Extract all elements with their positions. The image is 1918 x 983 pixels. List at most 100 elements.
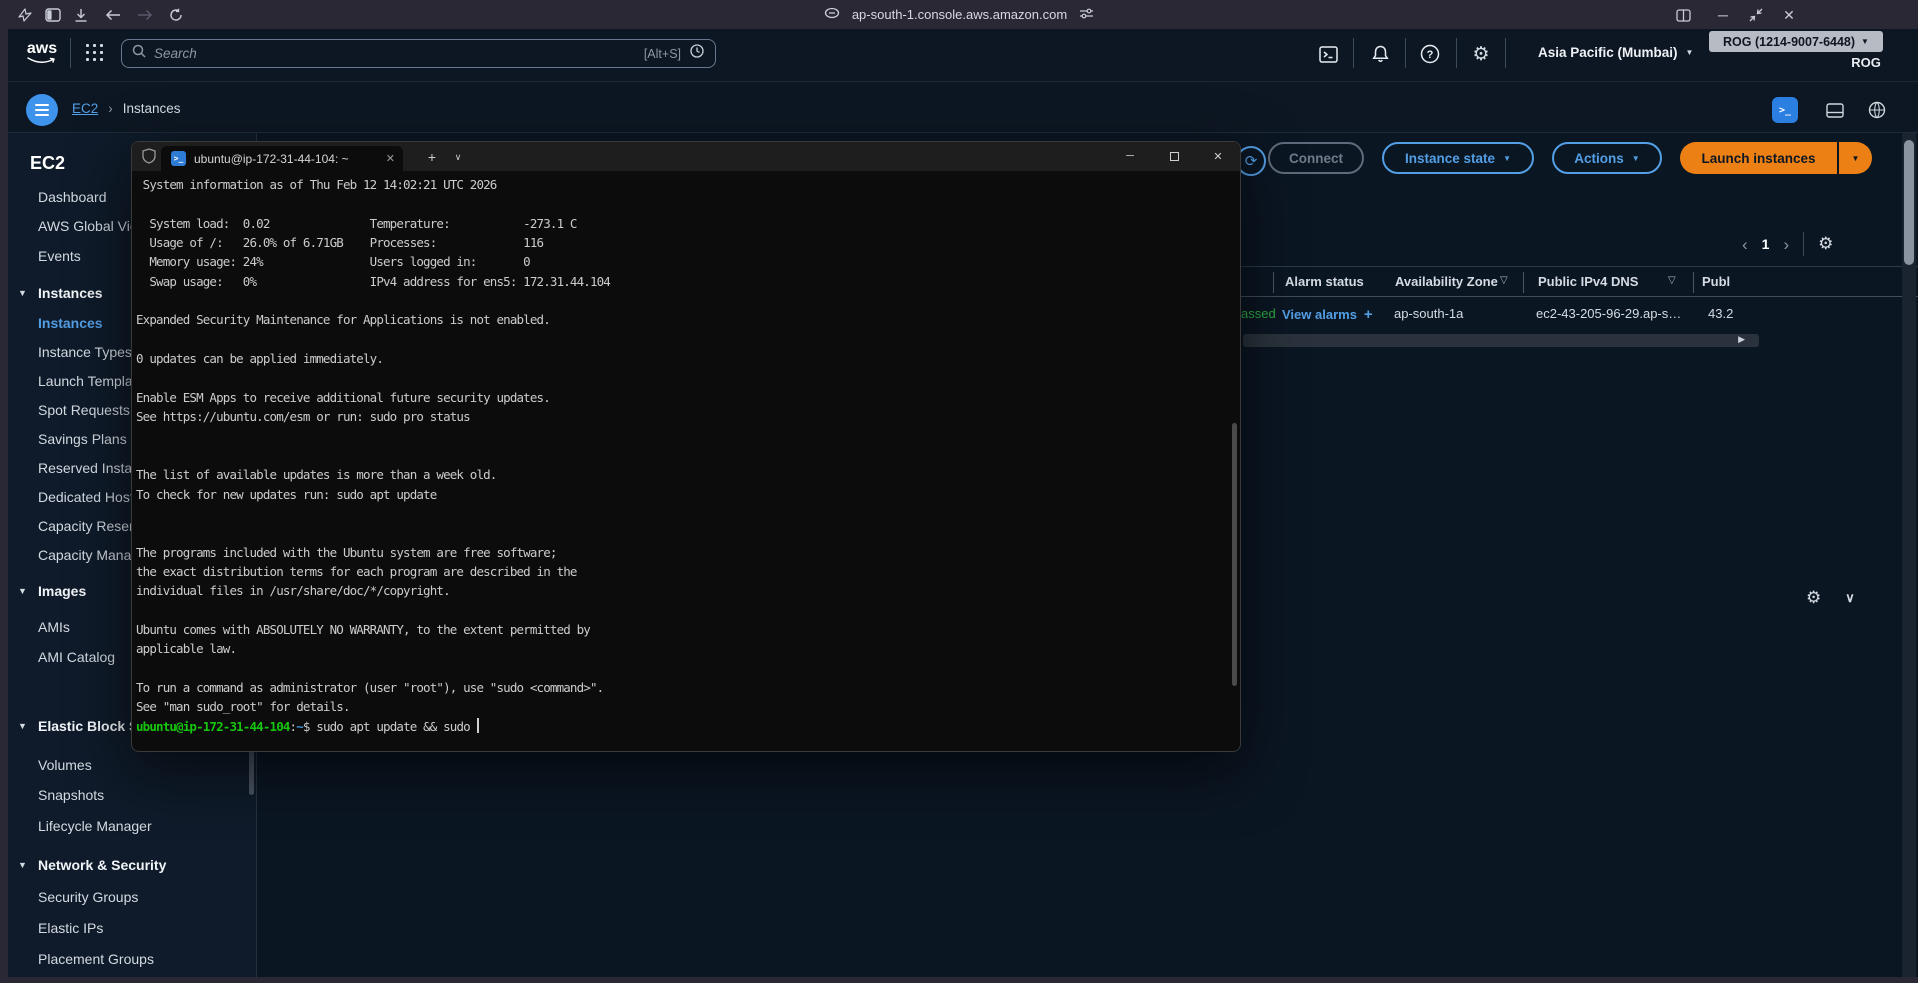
cloudshell-icon[interactable] xyxy=(1316,42,1340,66)
launch-instances-menu-button[interactable]: ▼ xyxy=(1838,142,1872,174)
window-frame xyxy=(0,29,8,983)
column-divider[interactable] xyxy=(1693,272,1694,293)
scroll-right-icon[interactable]: ▶ xyxy=(1738,334,1745,347)
chevron-down-icon: ▼ xyxy=(1503,154,1511,163)
sidebar-item-dashboard[interactable]: Dashboard xyxy=(38,187,107,207)
table-header-row: Alarm status Availability Zone ▽ Public … xyxy=(1241,266,1918,297)
sidebar-item-security-groups[interactable]: Security Groups xyxy=(38,887,138,907)
breadcrumb: EC2 › Instances xyxy=(72,101,181,116)
next-page-icon[interactable]: › xyxy=(1783,236,1789,253)
prev-page-icon[interactable]: ‹ xyxy=(1742,236,1748,253)
col-public-ipv4-dns[interactable]: Public IPv4 DNS xyxy=(1538,274,1638,289)
connect-button[interactable]: Connect xyxy=(1268,142,1364,174)
launch-instances-button[interactable]: Launch instances xyxy=(1680,142,1837,174)
aws-logo[interactable]: aws xyxy=(24,40,60,66)
current-page[interactable]: 1 xyxy=(1762,236,1770,252)
view-alarms-link[interactable]: View alarms+ xyxy=(1282,306,1373,323)
url-text[interactable]: ap-south-1.console.aws.amazon.com xyxy=(852,7,1067,22)
terminal-minimize-icon[interactable]: ─ xyxy=(1108,142,1152,170)
sidebar-item-events[interactable]: Events xyxy=(38,246,81,266)
filter-icon[interactable]: ▽ xyxy=(1500,275,1508,286)
sidebar-section-network-security[interactable]: ▼Network & Security xyxy=(38,855,166,875)
sidebar-item-spot-requests[interactable]: Spot Requests xyxy=(38,400,130,420)
terminal-titlebar[interactable]: >_ ubuntu@ip-172-31-44-104: ~ ✕ + ∨ ─ ✕ xyxy=(132,142,1240,171)
terminal-window[interactable]: >_ ubuntu@ip-172-31-44-104: ~ ✕ + ∨ ─ ✕ … xyxy=(131,141,1241,752)
sidebar-item-dedicated-hosts[interactable]: Dedicated Hosts xyxy=(38,487,141,507)
filter-icon[interactable]: ▽ xyxy=(1668,275,1676,286)
sidebar-item-instance-types[interactable]: Instance Types xyxy=(38,342,132,362)
split-panel-icon[interactable] xyxy=(1822,97,1848,123)
availability-zone-cell: ap-south-1a xyxy=(1394,306,1463,321)
divider xyxy=(1803,232,1804,256)
sidebar-item-volumes[interactable]: Volumes xyxy=(38,755,92,775)
window-restore-icon[interactable] xyxy=(1745,4,1767,26)
services-grid-icon[interactable] xyxy=(84,42,106,64)
window-close-icon[interactable]: ✕ xyxy=(1778,4,1800,26)
col-alarm-status[interactable]: Alarm status xyxy=(1285,274,1364,289)
chevron-down-icon: ▼ xyxy=(1852,154,1860,163)
search-shortcut-hint: [Alt+S] xyxy=(644,47,681,61)
sidebar-item-amis[interactable]: AMIs xyxy=(38,617,70,637)
sidebar-item-lifecycle-manager[interactable]: Lifecycle Manager xyxy=(38,816,152,836)
terminal-scrollbar-thumb[interactable] xyxy=(1232,423,1237,686)
search-input[interactable]: Search [Alt+S] xyxy=(121,39,716,68)
terminal-close-icon[interactable]: ✕ xyxy=(1196,142,1240,170)
new-tab-icon[interactable]: + xyxy=(420,147,444,167)
address-bar[interactable]: ap-south-1.console.aws.amazon.com xyxy=(0,0,1918,29)
breadcrumb-ec2-link[interactable]: EC2 xyxy=(72,101,98,116)
search-icon xyxy=(132,44,146,63)
terminal-maximize-icon[interactable] xyxy=(1152,142,1196,170)
panel-collapse-icon[interactable]: ∨ xyxy=(1845,590,1855,606)
actions-dropdown[interactable]: Actions▼ xyxy=(1552,142,1662,174)
terminal-tab[interactable]: >_ ubuntu@ip-172-31-44-104: ~ ✕ xyxy=(161,146,403,171)
col-public-ipv4-address[interactable]: Publ xyxy=(1702,274,1730,289)
page-scrollbar[interactable] xyxy=(1902,133,1916,977)
site-info-icon[interactable] xyxy=(824,7,840,22)
browser-toolbar: ap-south-1.console.aws.amazon.com ─ ✕ xyxy=(0,0,1918,29)
instance-state-dropdown[interactable]: Instance state▼ xyxy=(1382,142,1534,174)
table-horizontal-scrollbar[interactable]: ▶ xyxy=(1243,334,1759,347)
prompt-symbol: $ xyxy=(303,719,316,734)
screen: ap-south-1.console.aws.amazon.com ─ ✕ aw… xyxy=(0,0,1918,983)
url-settings-icon[interactable] xyxy=(1079,7,1094,23)
split-view-icon[interactable] xyxy=(1672,4,1694,26)
column-divider[interactable] xyxy=(1523,272,1524,293)
account-menu[interactable]: ROG xyxy=(1836,55,1896,70)
column-divider[interactable] xyxy=(1273,272,1274,293)
add-alarm-icon[interactable]: + xyxy=(1364,306,1373,323)
public-dns-cell: ec2-43-205-96-29.ap-s… xyxy=(1536,306,1681,321)
pagination: ‹ 1 › ⚙ xyxy=(1742,232,1833,256)
cloudshell-panel-icon[interactable]: >_ xyxy=(1772,97,1798,123)
tab-dropdown-icon[interactable]: ∨ xyxy=(448,147,468,167)
settings-gear-icon[interactable]: ⚙ xyxy=(1469,42,1493,66)
search-history-icon[interactable] xyxy=(689,43,705,64)
panel-settings-icon[interactable]: ⚙ xyxy=(1806,588,1821,608)
sidebar-item-placement-groups[interactable]: Placement Groups xyxy=(38,949,154,969)
preferences-globe-icon[interactable] xyxy=(1864,97,1890,123)
sidebar-item-savings-plans[interactable]: Savings Plans xyxy=(38,429,127,449)
nav-menu-button[interactable] xyxy=(26,94,58,126)
sidebar-item-ami-catalog[interactable]: AMI Catalog xyxy=(38,647,115,667)
table-settings-icon[interactable]: ⚙ xyxy=(1818,234,1833,254)
page-scrollbar-thumb[interactable] xyxy=(1904,140,1914,265)
terminal-cursor xyxy=(477,718,479,733)
help-icon[interactable]: ? xyxy=(1418,42,1442,66)
account-tab[interactable]: ROG (1214-9007-6448) ▼ xyxy=(1709,31,1883,52)
sidebar-item-snapshots[interactable]: Snapshots xyxy=(38,785,104,805)
sidebar-title: EC2 xyxy=(30,153,65,174)
breadcrumb-current: Instances xyxy=(123,101,181,116)
terminal-output[interactable]: System information as of Thu Feb 12 14:0… xyxy=(132,171,1240,751)
region-selector[interactable]: Asia Pacific (Mumbai) ▼ xyxy=(1538,45,1693,60)
account-id-label: ROG (1214-9007-6448) xyxy=(1723,35,1855,49)
sidebar-section-images[interactable]: ▼Images xyxy=(38,581,86,601)
sidebar-item-elastic-ips[interactable]: Elastic IPs xyxy=(38,918,103,938)
section-collapse-icon: ▼ xyxy=(18,581,27,601)
notifications-bell-icon[interactable] xyxy=(1368,42,1392,66)
window-minimize-icon[interactable]: ─ xyxy=(1712,4,1734,26)
col-availability-zone[interactable]: Availability Zone xyxy=(1395,274,1498,289)
sidebar-section-instances[interactable]: ▼Instances xyxy=(38,283,103,303)
tab-close-icon[interactable]: ✕ xyxy=(386,152,395,165)
divider xyxy=(1505,38,1506,68)
sidebar-item-instances[interactable]: Instances xyxy=(38,313,103,333)
terminal-window-controls: ─ ✕ xyxy=(1108,142,1240,171)
